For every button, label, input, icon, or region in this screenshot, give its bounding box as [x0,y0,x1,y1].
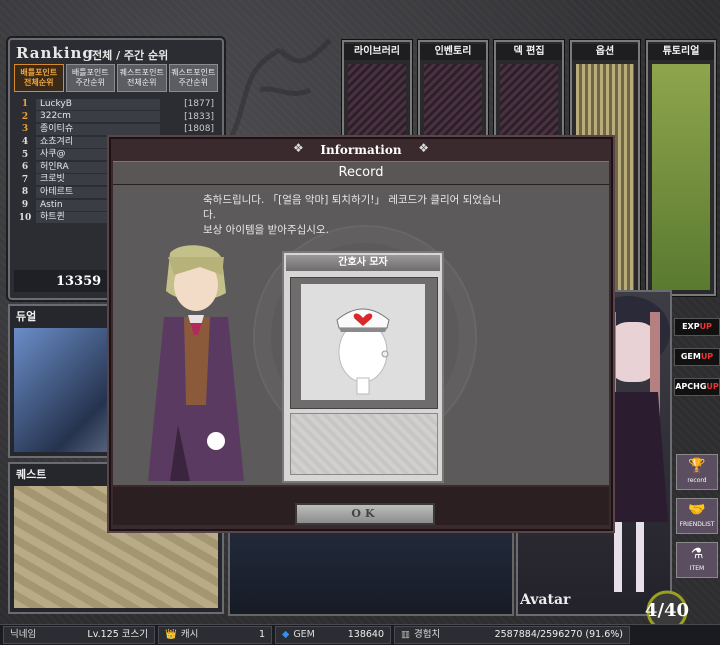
my-score: 13359 [56,274,102,289]
gem-up-tag: GEMUP [674,348,720,366]
friendlist-button[interactable]: 🤝 FRIENDLIST [676,498,718,534]
information-dialog: ❖ Information ❖ Record 축하드립니다. 「[얼음 악마] … [109,137,613,531]
record-button-label: record [687,477,707,484]
ranking-row[interactable]: 2 322cm [1833] [14,111,218,124]
exp-label: 경험치 [413,629,441,640]
tab-label: 배틀포인트 [20,68,58,77]
tutorial-image [652,64,710,290]
rank-number: 10 [18,212,32,223]
tag-text: EXP [682,322,700,331]
potion-icon: ⚗ [690,546,704,562]
reward-name: 간호사 모자 [286,255,440,271]
gem-icon: ◆ [282,629,290,640]
nurse-cap-image [301,284,425,400]
nurse-cap-icon [336,308,390,395]
exp-value: 2587884/2596270 (91.6%) [494,629,623,640]
rank-number: 4 [21,137,29,148]
tab-label: 퀘스트포인트 [119,68,164,77]
scene-thumbnails [228,528,514,616]
ap-gauge-value: 4/40 [644,600,690,621]
cash-icon: 👑 [165,629,177,640]
character-portrait [148,245,244,481]
ranking-subtitle: 전체 / 주간 순위 [92,49,169,62]
player-score: [1833] [184,111,214,122]
rank-number: 9 [21,200,29,211]
exp-cell: ▥ 경험치 2587884/2596270 (91.6%) [394,626,630,644]
menu-library-label: 라이브러리 [344,44,410,60]
rank-number: 2 [21,111,29,122]
player-score: [1808] [184,124,214,135]
message-line: 축하드립니다. 「[얼음 악마] 퇴치하기!」 레코드가 클리어 되었습니 [203,194,502,206]
tag-up: UP [700,352,714,361]
tab-quest-total[interactable]: 퀘스트포인트 전체순위 [117,64,167,92]
cash-label: 캐시 [180,629,199,640]
tab-label: 퀘스트포인트 [171,68,216,77]
rank-number: 3 [21,124,29,135]
status-bar: 닉네임 Lv.125 코스기 👑 캐시 1 ◆ GEM 138640 ▥ 경험치… [0,624,720,645]
rank-number: 5 [21,149,29,160]
tab-battle-total[interactable]: 배틀포인트 전체순위 [14,64,64,92]
rank-number: 8 [21,187,29,198]
vine-decoration [227,38,332,142]
message-line: 다. [203,209,216,221]
dialog-footer: OK [113,487,609,525]
record-button[interactable]: 🏆 record [676,454,718,490]
menu-options-label: 옵션 [572,44,638,60]
nickname-cell: 닉네임 Lv.125 코스기 [3,626,155,644]
reward-card: 간호사 모자 [282,251,444,483]
nickname-label: 닉네임 [10,629,37,640]
player-name: 322cm [36,111,160,123]
ornament-icon: ❖ [418,141,429,155]
reward-card-pattern [290,413,438,475]
tag-up: UP [706,382,719,391]
player-name: 종이티슈 [36,123,160,135]
tag-up: UP [699,322,712,331]
rank-number: 6 [21,162,29,173]
exp-icon: ▥ [401,629,410,640]
dialog-message: 축하드립니다. 「[얼음 악마] 퇴치하기!」 레코드가 클리어 되었습니 다.… [203,193,583,238]
ranking-row[interactable]: 3 종이티슈 [1808] [14,123,218,136]
item-button[interactable]: ⚗ ITEM [676,542,718,578]
ranking-title: Ranking [16,44,94,62]
menu-tutorial[interactable]: 튜토리얼 [646,40,716,296]
rank-number: 1 [21,99,29,110]
tab-label: 전체순위 [24,78,54,87]
ranking-tabs: 배틀포인트 전체순위 배틀포인트 주간순위 퀘스트포인트 전체순위 퀘스트포인트… [14,64,218,92]
friendlist-button-label: FRIENDLIST [679,521,715,528]
ok-button[interactable]: OK [295,503,435,525]
tab-label: 배틀포인트 [71,68,109,77]
player-name: LuckyB [36,98,160,110]
tag-text: APCHG [675,382,707,391]
avatar-label: Avatar [520,592,571,608]
cash-value: 1 [258,629,265,640]
trophy-icon: 🏆 [688,458,706,474]
dialog-subtitle: Record [113,161,609,185]
tab-battle-weekly[interactable]: 배틀포인트 주간순위 [65,64,115,92]
message-line: 보상 아이템을 받아주십시오. [203,224,329,236]
duel-label: 듀얼 [16,310,37,323]
tag-text: GEM [680,352,701,361]
quest-label: 퀘스트 [16,468,47,481]
dialog-title: Information [320,143,402,157]
tab-label: 주간순위 [75,78,105,87]
gem-label: GEM [293,629,315,640]
exp-up-tag: EXPUP [674,318,720,336]
rank-number: 7 [21,174,29,185]
menu-inventory-label: 인벤토리 [420,44,486,60]
menu-deck-edit-label: 덱 편집 [496,44,562,60]
tab-label: 주간순위 [178,78,208,87]
gem-cell: ◆ GEM 138640 [275,626,391,644]
ranking-row[interactable]: 1 LuckyB [1877] [14,98,218,111]
item-button-label: ITEM [689,565,705,572]
handshake-icon: 🤝 [688,502,706,518]
player-score: [1877] [184,99,214,110]
tab-quest-weekly[interactable]: 퀘스트포인트 주간순위 [168,64,218,92]
cash-cell: 👑 캐시 1 [158,626,272,644]
tab-label: 전체순위 [127,78,157,87]
reward-frame [290,277,438,409]
apchg-up-tag: APCHGUP [674,378,720,396]
menu-tutorial-label: 튜토리얼 [648,44,714,60]
nickname-value: Lv.125 코스기 [87,629,148,640]
gem-value: 138640 [347,629,384,640]
